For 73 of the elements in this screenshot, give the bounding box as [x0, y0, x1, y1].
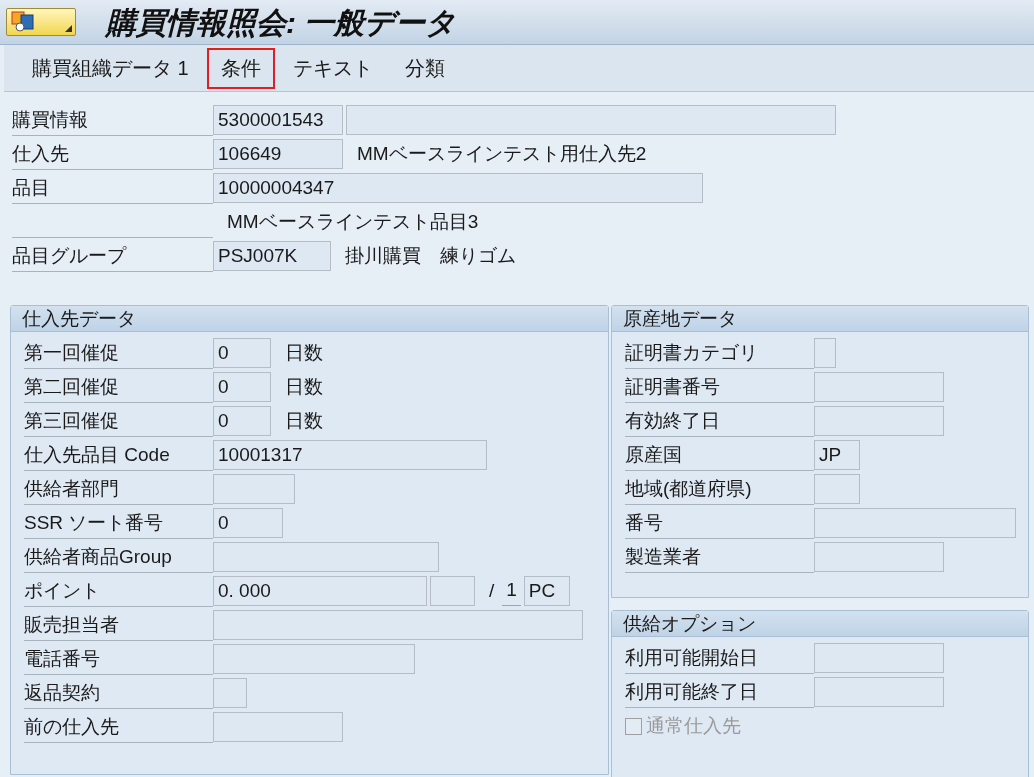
tab[interactable]: 購買組織データ 1: [18, 47, 203, 89]
input-field[interactable]: 0. 000: [213, 576, 427, 606]
field-text: MMベースラインテスト品目3: [227, 209, 479, 234]
input-field[interactable]: [814, 677, 944, 707]
tab[interactable]: テキスト: [278, 47, 387, 89]
field-label: 第一回催促: [24, 341, 119, 365]
input-field[interactable]: [814, 542, 944, 572]
input-field[interactable]: [814, 406, 944, 436]
input-field[interactable]: [213, 542, 439, 572]
input-field[interactable]: PSJ007K: [213, 241, 331, 271]
checkbox-label: 通常仕入先: [646, 713, 741, 738]
field-text: /: [489, 578, 495, 603]
input-field[interactable]: 0: [213, 508, 283, 538]
input-field[interactable]: 5300001543: [213, 105, 343, 135]
input-field[interactable]: [814, 372, 944, 402]
input-field[interactable]: [814, 643, 944, 673]
tab[interactable]: 条件: [206, 47, 275, 89]
field-label: 仕入先: [12, 142, 69, 166]
field-label: 第二回催促: [24, 375, 119, 399]
input-field[interactable]: 10000004347: [213, 173, 703, 203]
field-text: MMベースラインテスト用仕入先2: [357, 141, 647, 166]
field-label: 供給者商品Group: [24, 545, 172, 569]
input-field[interactable]: 0: [213, 406, 271, 436]
field-label: 原産国: [625, 443, 682, 467]
panel-header: 仕入先データ: [11, 306, 608, 332]
input-field[interactable]: 0: [213, 372, 271, 402]
field-text: 日数: [285, 374, 323, 399]
field-label: 電話番号: [24, 647, 100, 671]
field-label: SSR ソート番号: [24, 511, 164, 535]
panel-header: 原産地データ: [612, 306, 1028, 332]
field-label: 前の仕入先: [24, 715, 119, 739]
tab[interactable]: 分類: [390, 47, 459, 89]
input-field[interactable]: PC: [523, 576, 570, 606]
input-field[interactable]: 10001317: [213, 440, 487, 470]
caret-icon: [65, 25, 72, 32]
input-field[interactable]: [814, 338, 836, 368]
field-label: ポイント: [24, 579, 100, 603]
input-field[interactable]: [213, 474, 295, 504]
input-field[interactable]: [213, 610, 583, 640]
field-label: 証明書番号: [625, 375, 720, 399]
field-label: 製造業者: [625, 545, 701, 569]
field-label: 利用可能開始日: [625, 646, 758, 670]
input-field[interactable]: [213, 712, 343, 742]
field-text: 日数: [285, 408, 323, 433]
field-text: 日数: [285, 340, 323, 365]
field-label: 地域(都道府県): [625, 477, 752, 501]
field-label: 返品契約: [24, 681, 100, 705]
field-label: 有効終了日: [625, 409, 720, 433]
field-label: 購買情報: [12, 108, 88, 132]
field-label: 販売担当者: [24, 613, 119, 637]
field-label: 仕入先品目 Code: [24, 443, 170, 467]
input-field[interactable]: [213, 644, 415, 674]
field-label: 利用可能終了日: [625, 680, 758, 704]
field-label: 供給者部門: [24, 477, 119, 501]
field-label: 番号: [625, 511, 663, 535]
field-label: 品目: [12, 176, 50, 200]
window-title: 購買情報照会: 一般データ: [106, 4, 457, 41]
input-field[interactable]: 0: [213, 338, 271, 368]
input-field[interactable]: [814, 508, 1016, 538]
menu-button[interactable]: [6, 8, 76, 36]
field-label: 第三回催促: [24, 409, 119, 433]
field-label: 証明書カテゴリ: [625, 341, 758, 365]
input-field[interactable]: [346, 105, 836, 135]
input-field[interactable]: JP: [814, 440, 860, 470]
input-field[interactable]: [430, 576, 475, 606]
panel-header: 供給オプション: [612, 611, 1028, 637]
document-icon: [11, 11, 37, 33]
input-field[interactable]: [814, 474, 860, 504]
field-label: 品目グループ: [12, 244, 126, 268]
field-text: 掛川購買 練りゴム: [345, 243, 516, 268]
field-text: 1: [502, 576, 521, 606]
input-field[interactable]: [213, 678, 247, 708]
input-field[interactable]: 106649: [213, 139, 343, 169]
